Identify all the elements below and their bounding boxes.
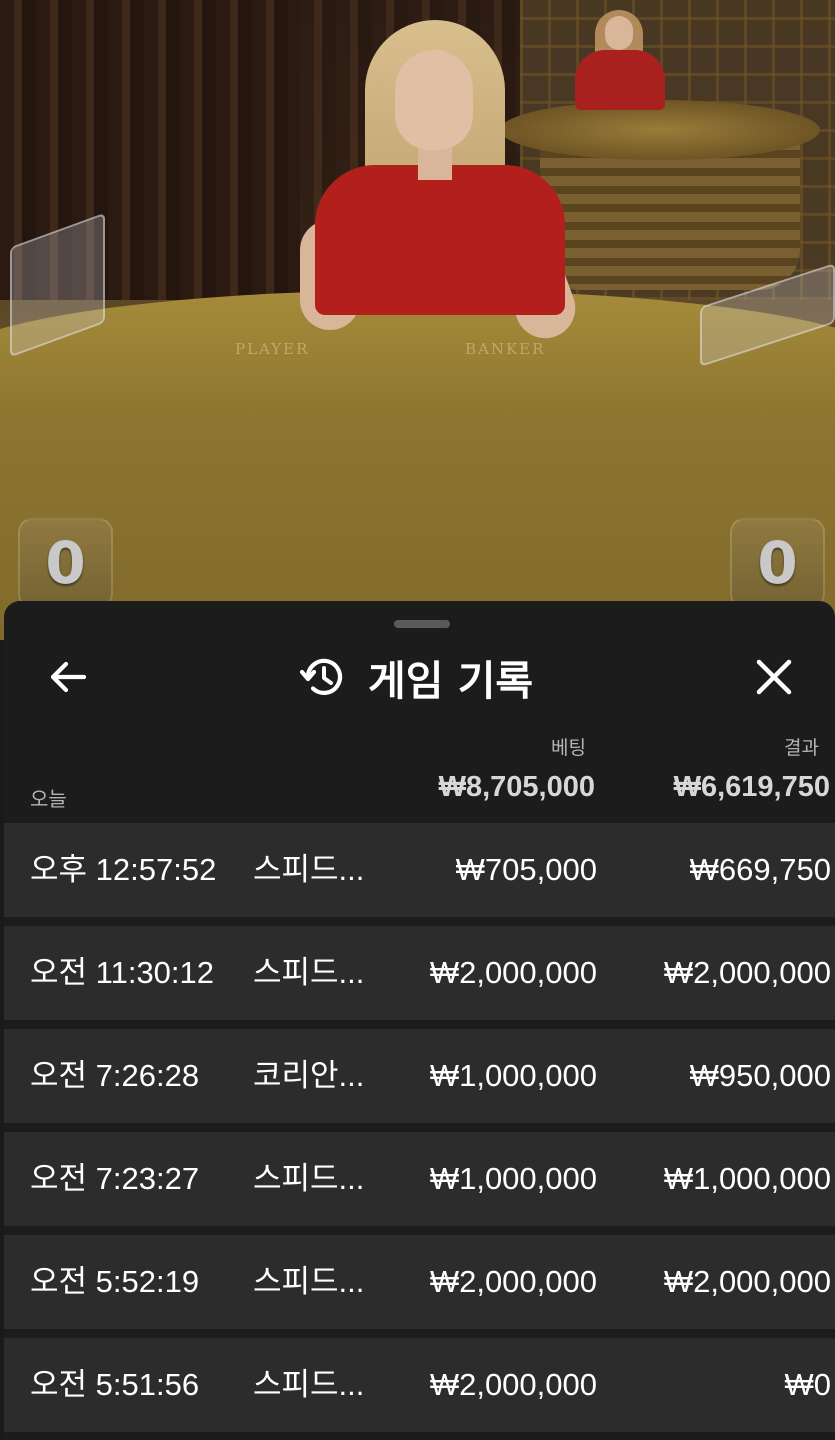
history-row[interactable]: 오전 5:51:56 스피드... ₩2,000,000 ₩0	[4, 1338, 835, 1432]
banker-score-box: 0	[730, 518, 825, 608]
row-time: 오전 5:51:56	[30, 1367, 200, 1402]
table-label-player: PLAYER	[235, 340, 310, 358]
column-header-bet: 베팅	[551, 737, 586, 759]
row-game: 스피드...	[253, 852, 365, 887]
row-result: ₩669,750	[689, 852, 831, 887]
player-score-box: 0	[18, 518, 113, 608]
period-label: 오늘	[30, 787, 67, 811]
row-time: 오전 7:26:28	[30, 1058, 200, 1093]
row-time: 오후 12:57:52	[30, 852, 217, 887]
history-row[interactable]: 오전 7:23:27 스피드... ₩1,000,000 ₩1,000,000	[4, 1132, 835, 1226]
history-list: 오후 12:57:52 스피드... ₩705,000 ₩669,750 오전 …	[4, 823, 835, 1440]
column-header-result: 결과	[784, 737, 819, 759]
history-row[interactable]: 오전 5:52:19 스피드... ₩2,000,000 ₩2,000,000	[4, 1235, 835, 1329]
game-history-sheet: 게임 기록 베팅 결과 오늘 ₩8,705,000 ₩6,619,750 오후 …	[4, 601, 835, 1440]
page-title: 게임 기록	[368, 657, 534, 705]
live-video-stream: PLAYER BANKER 0 0	[0, 0, 835, 640]
close-x-icon	[756, 659, 792, 695]
row-bet: ₩1,000,000	[429, 1161, 597, 1196]
history-clock-icon	[300, 658, 343, 695]
back-button[interactable]	[44, 653, 92, 701]
sheet-drag-handle[interactable]	[394, 620, 450, 628]
row-result: ₩0	[784, 1367, 832, 1402]
row-result: ₩950,000	[689, 1058, 831, 1093]
close-button[interactable]	[750, 653, 798, 701]
row-game: 스피드...	[253, 955, 365, 990]
total-result: ₩6,619,750	[673, 771, 830, 803]
row-game: 코리안...	[253, 1058, 365, 1093]
row-bet: ₩2,000,000	[429, 1367, 597, 1402]
arrow-left-icon	[50, 661, 87, 693]
history-row[interactable]: 오전 7:26:28 코리안... ₩1,000,000 ₩950,000	[4, 1029, 835, 1123]
row-time: 오전 5:52:19	[30, 1264, 200, 1299]
history-row[interactable]: 오전 11:30:12 스피드... ₩2,000,000 ₩2,000,000	[4, 926, 835, 1020]
row-game: 스피드...	[253, 1264, 365, 1299]
row-time: 오전 7:23:27	[30, 1161, 200, 1196]
row-bet: ₩2,000,000	[429, 1264, 597, 1299]
player-score: 0	[45, 529, 86, 597]
dealer	[290, 20, 584, 347]
total-bet: ₩8,705,000	[438, 771, 595, 803]
table-label-banker: BANKER	[465, 340, 546, 358]
banker-score: 0	[757, 529, 798, 597]
row-bet: ₩1,000,000	[429, 1058, 597, 1093]
row-result: ₩1,000,000	[663, 1161, 831, 1196]
history-row[interactable]: 오후 12:57:52 스피드... ₩705,000 ₩669,750	[4, 823, 835, 917]
background-dealer	[575, 10, 665, 110]
header-title-group: 게임 기록	[300, 649, 533, 705]
row-game: 스피드...	[253, 1367, 365, 1402]
row-bet: ₩705,000	[455, 852, 597, 887]
row-result: ₩2,000,000	[663, 955, 831, 990]
row-time: 오전 11:30:12	[30, 955, 215, 990]
row-bet: ₩2,000,000	[429, 955, 597, 990]
row-result: ₩2,000,000	[663, 1264, 831, 1299]
row-game: 스피드...	[253, 1161, 365, 1196]
